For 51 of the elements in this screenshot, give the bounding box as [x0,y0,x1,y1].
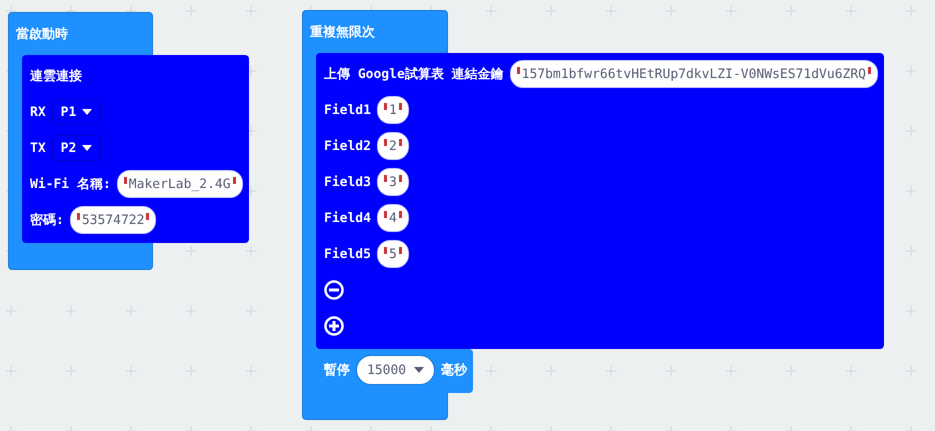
text-input-field[interactable]: 157bm1bfwr66tvHEtRUp7dkvLZI-V0NWsES71dVu6ZRQ [510,60,878,88]
block-label: Wi-Fi 名稱: [30,176,111,193]
quote-mark-icon [384,175,387,182]
minus-circle-icon [324,280,344,300]
block-label: Field2 [324,138,371,154]
event-block-title: 當啟動時 [16,26,68,44]
quote-mark-icon [76,213,80,220]
block-label: RX [30,104,46,120]
number-dropdown[interactable]: 15000 [356,355,436,385]
statement-block[interactable]: 上傳 Google試算表 連結金鑰 157bm1bfwr66tvHEtRUp7dkvLZI-V0NWsES71dVu6ZRQ Field1 1 Field2 2 Field3 3 Field4 4 Field5 5 [316,53,884,349]
block-label: 暫停 [324,362,350,379]
caret-icon [82,109,92,115]
block-label: 上傳 Google試算表 連結金鑰 [324,66,504,83]
pin-dropdown[interactable]: P1 [52,99,102,125]
quote-mark-icon [868,67,871,74]
text-input-field[interactable]: 4 [376,204,409,232]
block-label: 毫秒 [441,362,468,379]
quote-mark-icon [146,213,150,220]
caret-icon [82,145,92,151]
quote-mark-icon [398,211,402,218]
quote-mark-icon [516,67,520,74]
text-input-field[interactable]: 1 [376,96,409,124]
block-label: Field1 [324,102,371,118]
block-label: Field3 [324,174,371,190]
text-input-field[interactable]: 3 [376,168,409,196]
add-button[interactable] [324,316,344,336]
plus-circle-icon [324,316,344,336]
block-label: Field5 [324,246,371,262]
quote-mark-icon [398,247,402,254]
text-input-field[interactable]: 5 [376,240,409,268]
quote-mark-icon [384,247,387,254]
block-label: 連雲連接 [30,68,82,85]
quote-mark-icon [398,103,402,110]
pin-dropdown[interactable]: P2 [52,135,102,161]
quote-mark-icon [398,175,402,182]
quote-mark-icon [124,177,127,184]
block-label: TX [30,140,46,156]
block-label: Field4 [324,210,371,226]
quote-mark-icon [384,139,387,146]
remove-button[interactable] [324,280,344,300]
statement-block[interactable]: 連雲連接 RX P1 TX P2 Wi-Fi 名稱: MakerLab_2.4G 密碼: 53574722 [22,55,249,243]
caret-icon [414,367,424,373]
text-input-field[interactable]: 2 [376,132,409,160]
text-input-field[interactable]: MakerLab_2.4G [116,170,243,198]
block-label: 密碼: [30,212,64,229]
event-block-title: 重複無限次 [310,24,375,42]
quote-mark-icon [384,211,387,218]
quote-mark-icon [384,103,387,110]
quote-mark-icon [398,139,402,146]
text-input-field[interactable]: 53574722 [70,206,156,234]
quote-mark-icon [232,177,236,184]
